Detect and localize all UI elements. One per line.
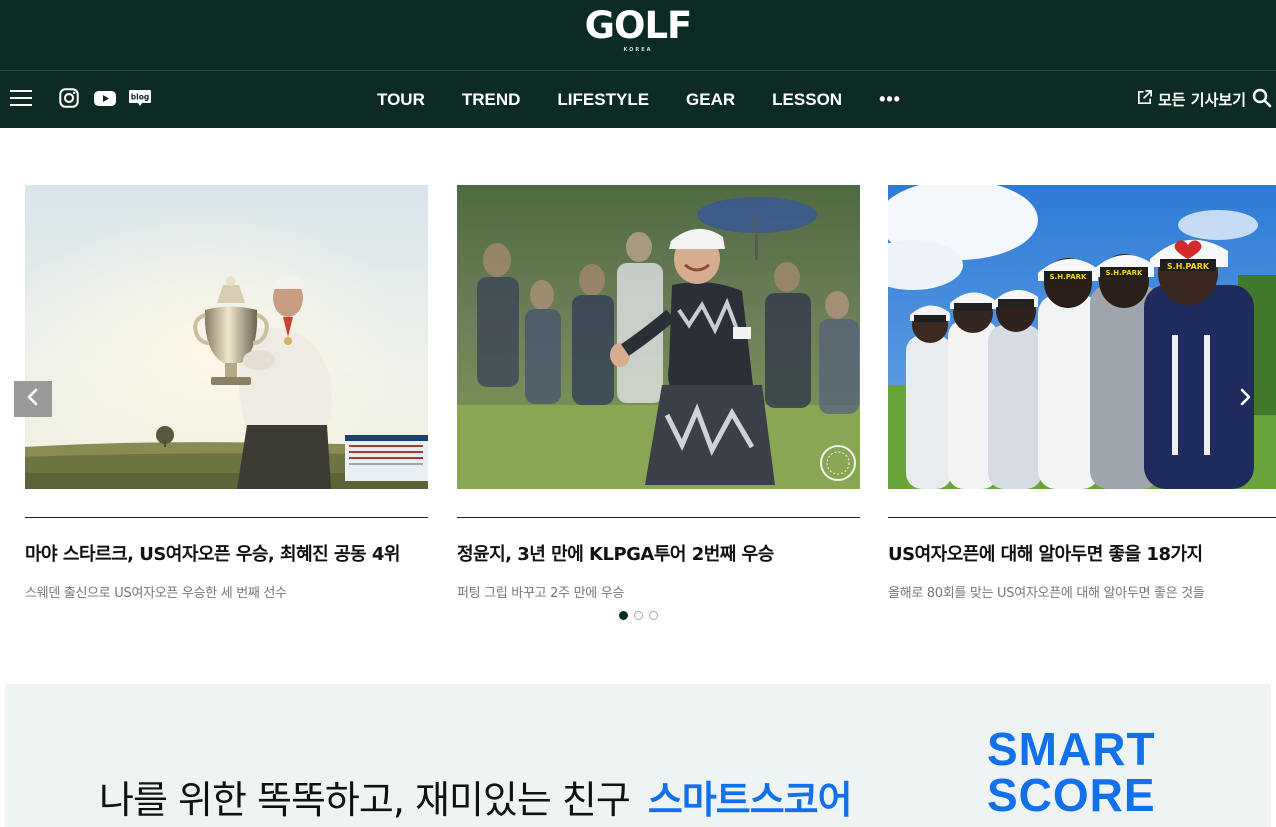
category-menu: TOUR TREND LIFESTYLE GEAR LESSON •••: [0, 71, 1276, 128]
article-title[interactable]: 정윤지, 3년 만에 KLPGA투어 2번째 우승: [457, 540, 860, 566]
article-title[interactable]: 마야 스타르크, US여자오픈 우승, 최혜진 공동 4위: [25, 540, 428, 566]
blog-icon[interactable]: blog: [128, 87, 152, 109]
article-thumbnail: S.H.PARK S.H.PARK S.H.PARK: [888, 185, 1276, 489]
carousel-prev-button[interactable]: [14, 381, 52, 417]
carousel-next-button[interactable]: [1232, 381, 1258, 417]
banner-tagline: 나를 위한 똑똑하고, 재미있는 친구 스마트스코어: [99, 776, 853, 824]
svg-text:S.H.PARK: S.H.PARK: [1167, 262, 1210, 271]
card-divider: [25, 517, 428, 518]
article-subtitle: 스웨덴 출신으로 US여자오픈 우승한 세 번째 선수: [25, 586, 287, 601]
card-divider: [888, 517, 1276, 518]
carousel-pagination: [619, 611, 658, 620]
external-link-icon: [1136, 89, 1153, 110]
card-divider: [457, 517, 860, 518]
nav-item-trend[interactable]: TREND: [443, 71, 539, 128]
main-navbar: blog TOUR TREND LIFESTYLE GEAR LESSON ••…: [0, 71, 1276, 128]
search-icon[interactable]: [1252, 88, 1272, 108]
nav-item-tour[interactable]: TOUR: [359, 71, 444, 128]
site-logo[interactable]: GOLF KOREA: [584, 4, 693, 54]
article-title[interactable]: US여자오픈에 대해 알아두면 좋을 18가지: [888, 540, 1276, 566]
pagination-dot[interactable]: [619, 611, 628, 620]
article-thumbnail: [457, 185, 860, 489]
svg-text:S.H.PARK: S.H.PARK: [1106, 269, 1144, 277]
all-articles-link[interactable]: 모든 기사보기: [1136, 71, 1246, 128]
hamburger-menu-icon[interactable]: [10, 89, 32, 107]
banner-brand-line2: SCORE: [987, 769, 1156, 821]
youtube-icon[interactable]: [93, 87, 117, 109]
chevron-right-icon: [1238, 388, 1252, 410]
pagination-dot[interactable]: [634, 611, 643, 620]
all-articles-label: 모든 기사보기: [1157, 91, 1246, 109]
svg-text:blog: blog: [131, 93, 149, 102]
nav-item-lifestyle[interactable]: LIFESTYLE: [539, 71, 668, 128]
featured-carousel: 마야 스타르크, US여자오픈 우승, 최혜진 공동 4위 스웨덴 출신으로 U…: [0, 128, 1276, 648]
article-thumbnail: [25, 185, 428, 489]
article-card[interactable]: S.H.PARK S.H.PARK S.H.PARK US여자오픈에 대해 알아…: [888, 185, 1276, 601]
banner-brand-ko: 스마트스코어: [647, 778, 853, 822]
banner-brand-logo: SMART SCORE: [987, 726, 1156, 818]
logo-text: GOLF: [584, 4, 693, 47]
banner-brand-line1: SMART: [987, 723, 1156, 775]
chevron-left-icon: [26, 388, 40, 410]
logo-subtext: KOREA: [623, 47, 653, 53]
article-card[interactable]: 마야 스타르크, US여자오픈 우승, 최혜진 공동 4위 스웨덴 출신으로 U…: [25, 185, 428, 601]
svg-text:S.H.PARK: S.H.PARK: [1050, 273, 1088, 281]
article-subtitle: 퍼팅 그립 바꾸고 2주 만에 우승: [457, 586, 625, 601]
pagination-dot[interactable]: [649, 611, 658, 620]
logo-area: GOLF KOREA: [0, 0, 1276, 70]
nav-item-more[interactable]: •••: [861, 71, 920, 128]
site-header: GOLF KOREA blog TOUR TREND LIFESTYLE GEA…: [0, 0, 1276, 128]
article-card[interactable]: 정윤지, 3년 만에 KLPGA투어 2번째 우승 퍼팅 그립 바꾸고 2주 만…: [457, 185, 860, 601]
article-subtitle: 올해로 80회를 맞는 US여자오픈에 대해 알아두면 좋은 것들: [888, 586, 1205, 601]
instagram-icon[interactable]: [57, 87, 81, 109]
smartscore-ad-banner[interactable]: 나를 위한 똑똑하고, 재미있는 친구 스마트스코어 SMART SCORE: [5, 684, 1271, 827]
nav-item-lesson[interactable]: LESSON: [754, 71, 861, 128]
nav-item-gear[interactable]: GEAR: [668, 71, 754, 128]
banner-tagline-text: 나를 위한 똑똑하고, 재미있는 친구: [99, 778, 631, 822]
